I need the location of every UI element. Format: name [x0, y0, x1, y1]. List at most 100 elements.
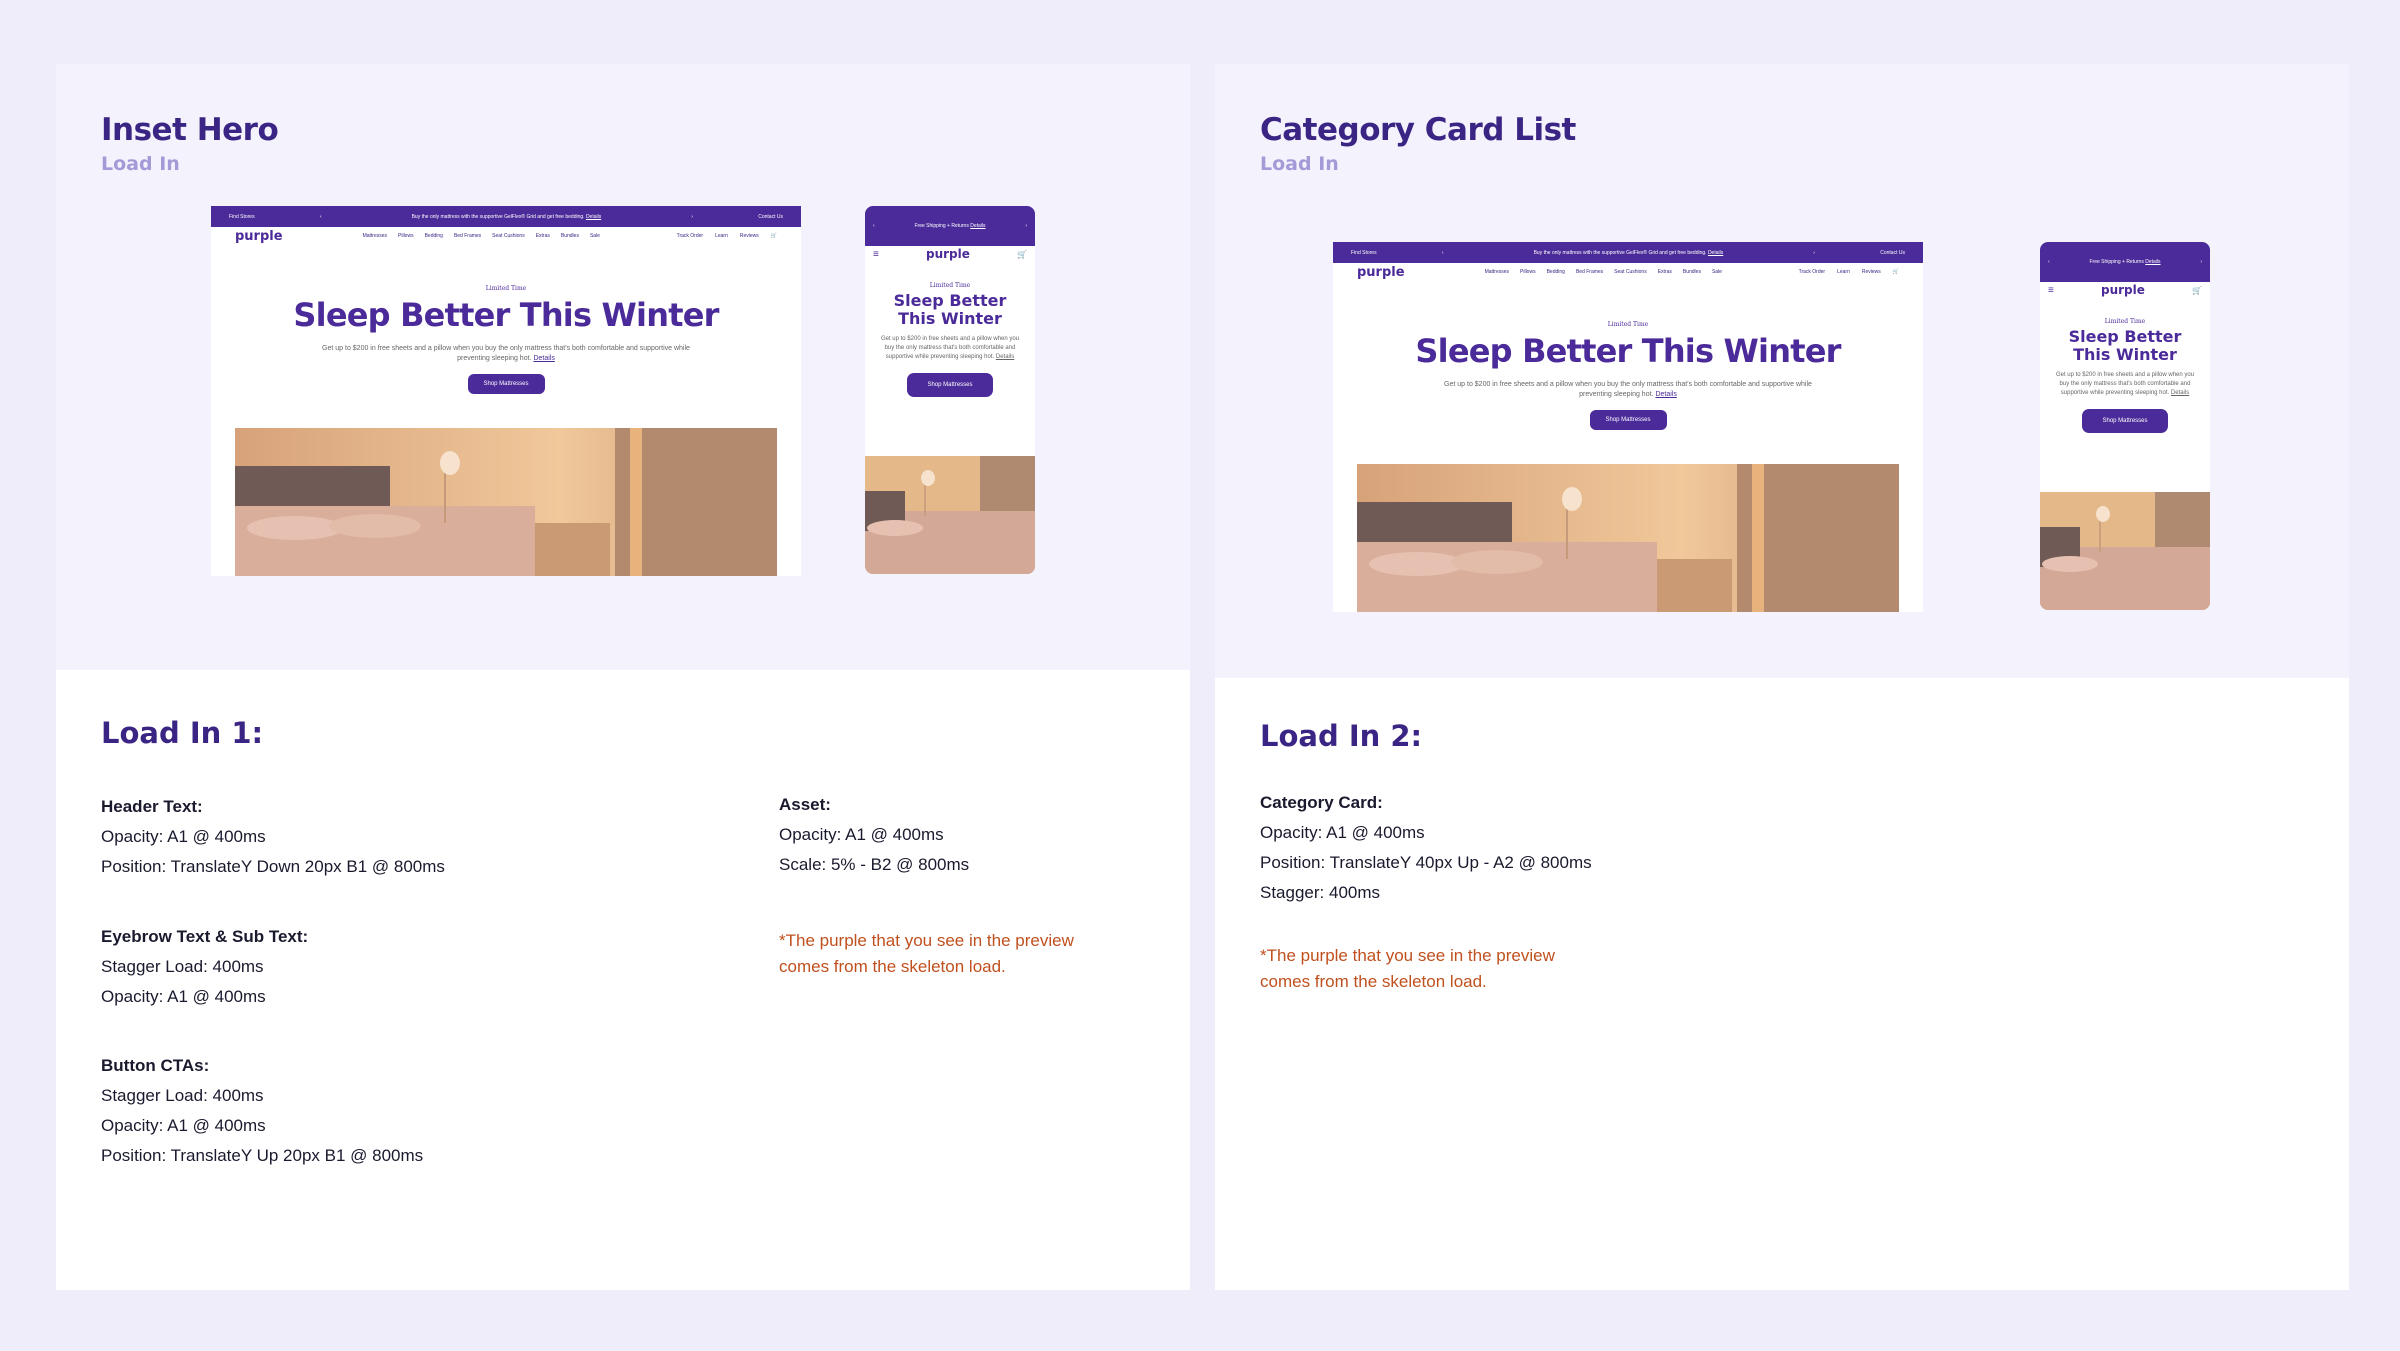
nav-pillows[interactable]: Pillows [1520, 269, 1536, 275]
mobile-hero-headline: Sleep Better This Winter [2068, 327, 2182, 364]
next-arrow-icon[interactable]: › [1813, 250, 1815, 256]
mobile-shop-mattresses-button[interactable]: Shop Mattresses [2082, 409, 2168, 434]
nav-extras[interactable]: Extras [1658, 269, 1672, 275]
mobile-hero-headline: Sleep Better This Winter [893, 291, 1007, 328]
nav-pillows[interactable]: Pillows [398, 233, 414, 239]
find-stores-link[interactable]: Find Stores [1351, 250, 1377, 256]
main-nav: purple Mattresses Pillows Bedding Bed Fr… [211, 227, 801, 245]
panel-subtitle: Load In [1260, 153, 1339, 175]
mobile-announcement-bar: ‹ Free Shipping + Returns Details › [2040, 242, 2210, 282]
promo-text: Buy the only mattress with the supportiv… [1533, 249, 1707, 256]
hero-details-link[interactable]: Details [533, 355, 554, 362]
mobile-preview: ‹ Free Shipping + Returns Details › ≡ pu… [865, 206, 1035, 574]
hero-subtext: Get up to $200 in free sheets and a pill… [1444, 381, 1812, 399]
mobile-cart-icon[interactable]: 🛒 [1017, 250, 1027, 259]
mobile-hero-details-link[interactable]: Details [996, 354, 1014, 360]
desktop-preview: Find Stores ‹ Buy the only mattress with … [1333, 242, 1923, 612]
category-card-notes: Category Card: Opacity: A1 @ 400ms Posit… [1260, 793, 1592, 902]
mobile-promo-details-link[interactable]: Details [970, 223, 985, 229]
hero-subtext: Get up to $200 in free sheets and a pill… [322, 345, 690, 363]
hero-headline: Sleep Better This Winter [1415, 332, 1841, 370]
mobile-promo-text: Free Shipping + Returns [2089, 259, 2144, 265]
shop-mattresses-button[interactable]: Shop Mattresses [467, 374, 545, 395]
section-title: Load In 1: [101, 716, 264, 750]
category-card-list-panel: Category Card List Load In Find Stores ‹… [1215, 64, 2349, 1290]
nav-seat-cushions[interactable]: Seat Cushions [1614, 269, 1647, 275]
nav-bed-frames[interactable]: Bed Frames [1576, 269, 1603, 275]
promo-details-link[interactable]: Details [586, 214, 601, 220]
desktop-preview: Find Stores ‹ Buy the only mattress with … [211, 206, 801, 576]
skeleton-load-warning: *The purple that you see in the preview … [1260, 946, 1555, 991]
nav-bed-frames[interactable]: Bed Frames [454, 233, 481, 239]
mobile-prev-arrow-icon[interactable]: ‹ [873, 223, 875, 229]
mobile-purple-logo[interactable]: purple [2101, 283, 2145, 297]
mobile-hero-eyebrow: Limited Time [929, 282, 971, 289]
prev-arrow-icon[interactable]: ‹ [320, 214, 322, 220]
mobile-bedroom-image [2040, 492, 2210, 610]
nav-seat-cushions[interactable]: Seat Cushions [492, 233, 525, 239]
nav-track-order[interactable]: Track Order [677, 233, 703, 239]
mobile-promo-details-link[interactable]: Details [2145, 259, 2160, 265]
nav-learn[interactable]: Learn [1837, 269, 1850, 275]
nav-mattresses[interactable]: Mattresses [363, 233, 387, 239]
mobile-hero-eyebrow: Limited Time [2104, 318, 2146, 325]
hamburger-icon[interactable]: ≡ [2048, 285, 2054, 296]
mobile-cart-icon[interactable]: 🛒 [2192, 286, 2202, 295]
nav-bundles[interactable]: Bundles [561, 233, 579, 239]
hamburger-icon[interactable]: ≡ [873, 249, 879, 260]
panel-title: Inset Hero [101, 112, 279, 148]
nav-reviews[interactable]: Reviews [740, 233, 759, 239]
button-ctas-notes: Button CTAs: Stagger Load: 400ms Opacity… [101, 1056, 424, 1165]
nav-track-order[interactable]: Track Order [1799, 269, 1825, 275]
panel-subtitle: Load In [101, 153, 180, 175]
preview-area: Category Card List Load In Find Stores ‹… [1215, 64, 2349, 678]
cart-icon[interactable]: 🛒 [1893, 269, 1899, 275]
cart-icon[interactable]: 🛒 [771, 233, 777, 239]
nav-learn[interactable]: Learn [715, 233, 728, 239]
nav-sale[interactable]: Sale [590, 233, 600, 239]
mobile-shop-mattresses-button[interactable]: Shop Mattresses [907, 373, 993, 398]
nav-sale[interactable]: Sale [1712, 269, 1722, 275]
mobile-next-arrow-icon[interactable]: › [1025, 223, 1027, 229]
nav-bedding[interactable]: Bedding [425, 233, 443, 239]
prev-arrow-icon[interactable]: ‹ [1442, 250, 1444, 256]
nav-reviews[interactable]: Reviews [1862, 269, 1881, 275]
contact-us-link[interactable]: Contact Us [758, 214, 783, 220]
purple-logo[interactable]: purple [1357, 265, 1405, 280]
skeleton-load-warning: *The purple that you see in the preview … [779, 931, 1074, 976]
mobile-preview: ‹ Free Shipping + Returns Details › ≡ pu… [2040, 242, 2210, 610]
preview-area: Inset Hero Load In Find Stores ‹ Buy the … [56, 64, 1190, 670]
main-nav: purple Mattresses Pillows Bedding Bed Fr… [1333, 263, 1923, 281]
hero-headline: Sleep Better This Winter [293, 296, 719, 334]
asset-notes: Asset: Opacity: A1 @ 400ms Scale: 5% - B… [779, 795, 970, 874]
header-text-notes: Header Text: Opacity: A1 @ 400ms Positio… [101, 797, 445, 876]
next-arrow-icon[interactable]: › [691, 214, 693, 220]
mobile-hero-subtext: Get up to $200 in free sheets and a pill… [880, 336, 1020, 361]
announcement-bar: Find Stores ‹ Buy the only mattress with … [1333, 242, 1923, 263]
nav-bedding[interactable]: Bedding [1547, 269, 1565, 275]
nav-mattresses[interactable]: Mattresses [1485, 269, 1509, 275]
hero-eyebrow: Limited Time [485, 285, 527, 292]
find-stores-link[interactable]: Find Stores [229, 214, 255, 220]
mobile-nav: ≡ purple 🛒 [2040, 282, 2210, 298]
mobile-announcement-bar: ‹ Free Shipping + Returns Details › [865, 206, 1035, 246]
panel-title: Category Card List [1260, 112, 1576, 148]
contact-us-link[interactable]: Contact Us [1880, 250, 1905, 256]
announcement-bar: Find Stores ‹ Buy the only mattress with … [211, 206, 801, 227]
promo-text: Buy the only mattress with the supportiv… [411, 213, 585, 220]
mobile-hero-details-link[interactable]: Details [2171, 390, 2189, 396]
mobile-purple-logo[interactable]: purple [926, 247, 970, 261]
shop-mattresses-button[interactable]: Shop Mattresses [1589, 410, 1667, 431]
inset-hero-panel: Inset Hero Load In Find Stores ‹ Buy the … [56, 64, 1190, 1290]
hero-details-link[interactable]: Details [1655, 391, 1676, 398]
section-title: Load In 2: [1260, 719, 1423, 753]
nav-extras[interactable]: Extras [536, 233, 550, 239]
mobile-next-arrow-icon[interactable]: › [2200, 259, 2202, 265]
mobile-bedroom-image [865, 456, 1035, 574]
mobile-promo-text: Free Shipping + Returns [914, 223, 969, 229]
promo-details-link[interactable]: Details [1708, 250, 1723, 256]
nav-bundles[interactable]: Bundles [1683, 269, 1701, 275]
hero-eyebrow: Limited Time [1607, 321, 1649, 328]
purple-logo[interactable]: purple [235, 229, 283, 244]
mobile-prev-arrow-icon[interactable]: ‹ [2048, 259, 2050, 265]
